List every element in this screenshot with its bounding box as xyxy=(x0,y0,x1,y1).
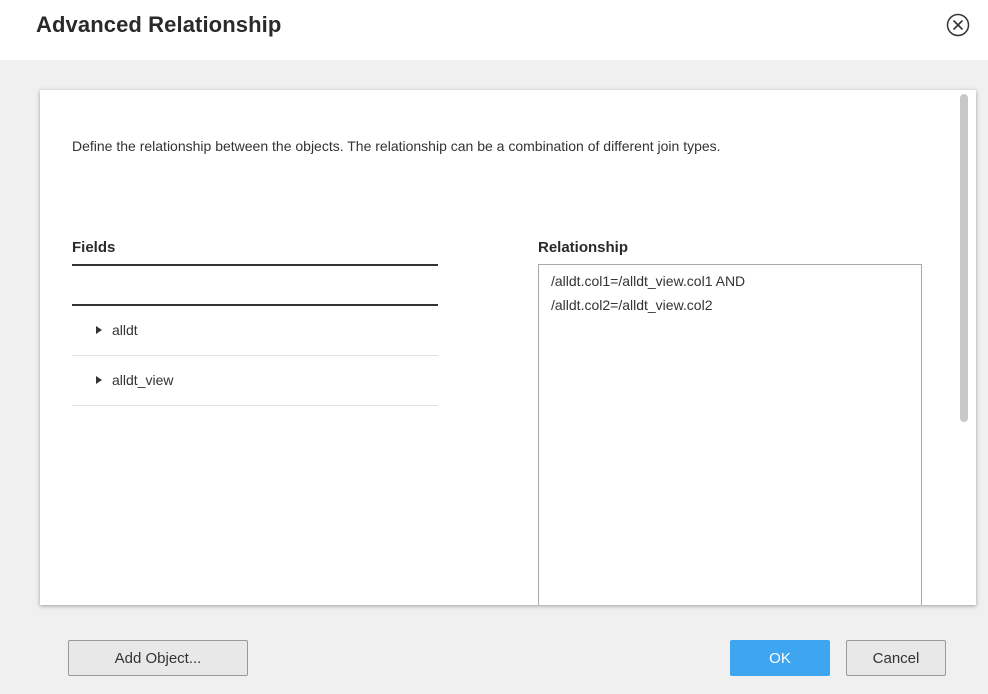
field-item-label: alldt xyxy=(112,322,138,338)
relationship-header: Relationship xyxy=(538,239,629,256)
field-item-alldt[interactable]: alldt xyxy=(72,306,438,356)
field-item-label: alldt_view xyxy=(112,372,174,388)
fields-header: Fields xyxy=(72,238,438,266)
relationship-textarea[interactable]: /alldt.col1=/alldt_view.col1 AND /alldt.… xyxy=(538,264,922,605)
dialog-header: Advanced Relationship xyxy=(0,0,988,60)
fields-filter-field[interactable] xyxy=(72,266,438,306)
field-item-alldt-view[interactable]: alldt_view xyxy=(72,356,438,406)
relationship-panel: Define the relationship between the obje… xyxy=(40,90,976,605)
expand-triangle-icon[interactable] xyxy=(96,326,102,334)
close-circle-icon xyxy=(946,13,970,37)
dialog-body: Define the relationship between the obje… xyxy=(0,60,988,694)
cancel-button[interactable]: Cancel xyxy=(846,640,946,676)
panel-scrollbar[interactable] xyxy=(960,94,968,422)
ok-button[interactable]: OK xyxy=(730,640,830,676)
relationship-column: Relationship /alldt.col1=/alldt_view.col… xyxy=(538,238,922,605)
fields-column: Fields alldt alldt_view xyxy=(72,238,438,406)
description-text: Define the relationship between the obje… xyxy=(72,138,721,154)
expand-triangle-icon[interactable] xyxy=(96,376,102,384)
add-object-button[interactable]: Add Object... xyxy=(68,640,248,676)
close-button[interactable] xyxy=(944,11,972,39)
advanced-relationship-dialog: Advanced Relationship Define the relatio… xyxy=(0,0,988,694)
dialog-title: Advanced Relationship xyxy=(36,12,282,37)
